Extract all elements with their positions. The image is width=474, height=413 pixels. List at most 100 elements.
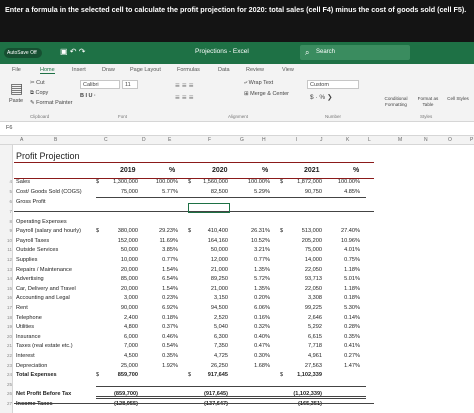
currency-2021[interactable]: $ — [280, 179, 283, 185]
pct-2020[interactable]: 0.77% — [240, 257, 270, 263]
pct-2021[interactable]: 0.28% — [330, 324, 360, 330]
tab-formulas[interactable]: Formulas — [177, 67, 200, 73]
value-2019[interactable]: 859,700 — [106, 372, 138, 378]
value-2021[interactable]: 22,050 — [288, 286, 322, 292]
autosave-toggle[interactable]: AutoSave Off — [4, 48, 42, 58]
value-2021[interactable]: 205,200 — [288, 238, 322, 244]
row-number[interactable]: 22 — [0, 353, 12, 358]
pct-2019[interactable]: 6.92% — [148, 305, 178, 311]
pct-2021[interactable]: 100.00% — [330, 179, 360, 185]
column-header-m[interactable]: M — [398, 137, 402, 143]
pct-2019[interactable]: 0.23% — [148, 295, 178, 301]
tab-file[interactable]: File — [12, 67, 21, 73]
pct-2020[interactable]: 5.29% — [240, 189, 270, 195]
row-label[interactable]: Insurance — [16, 334, 41, 340]
pct-2021[interactable]: 1.47% — [330, 363, 360, 369]
value-2019[interactable]: 4,500 — [106, 353, 138, 359]
row-label[interactable]: Total Expenses — [16, 372, 57, 378]
pct-2021[interactable]: 0.41% — [330, 343, 360, 349]
cut-button[interactable]: ✂ Cut — [30, 80, 45, 86]
value-2021[interactable]: 4,961 — [288, 353, 322, 359]
currency-2021[interactable]: $ — [280, 372, 283, 378]
column-header-k[interactable]: K — [346, 137, 349, 143]
value-2020[interactable]: 21,000 — [196, 286, 228, 292]
value-2021[interactable]: 7,718 — [288, 343, 322, 349]
value-2020[interactable]: 89,250 — [196, 276, 228, 282]
row-label[interactable]: Advertising — [16, 276, 44, 282]
column-header-a[interactable]: A — [20, 137, 23, 143]
value-2019[interactable]: 50,000 — [106, 247, 138, 253]
column-header-c[interactable]: C — [104, 137, 108, 143]
row-label[interactable]: Utilities — [16, 324, 34, 330]
pct-2019[interactable]: 1.54% — [148, 267, 178, 273]
row-number[interactable]: 18 — [0, 315, 12, 320]
pct-2020[interactable]: 10.52% — [240, 238, 270, 244]
value-2021[interactable]: 3,308 — [288, 295, 322, 301]
value-2020[interactable]: 3,150 — [196, 295, 228, 301]
pct-2020[interactable]: 5.72% — [240, 276, 270, 282]
tab-page-layout[interactable]: Page Layout — [130, 67, 161, 73]
pct-2021[interactable]: 1.18% — [330, 267, 360, 273]
value-2019[interactable]: 20,000 — [106, 286, 138, 292]
pct-2019[interactable]: 0.37% — [148, 324, 178, 330]
pct-2020[interactable]: 1.35% — [240, 267, 270, 273]
pct-2020[interactable]: 0.40% — [240, 334, 270, 340]
value-2019[interactable]: 4,800 — [106, 324, 138, 330]
pct-2021[interactable]: 10.96% — [330, 238, 360, 244]
value-2021[interactable]: 2,646 — [288, 315, 322, 321]
pct-2021[interactable]: 0.14% — [330, 315, 360, 321]
value-2019[interactable]: 20,000 — [106, 267, 138, 273]
merge-center-button[interactable]: ⊞ Merge & Center — [244, 91, 289, 97]
font-name-select[interactable]: Calibri — [80, 80, 120, 89]
search-box[interactable]: Search — [300, 45, 410, 60]
align-lower-icon[interactable]: ≡ ≡ ≡ — [175, 93, 193, 102]
row-label[interactable]: Rent — [16, 305, 28, 311]
pct-2019[interactable]: 0.35% — [148, 353, 178, 359]
value-2019[interactable]: 25,000 — [106, 363, 138, 369]
align-icon[interactable]: ≡ ≡ ≡ — [175, 81, 193, 90]
tab-draw[interactable]: Draw — [102, 67, 115, 73]
row-number[interactable]: 11 — [0, 247, 12, 252]
pct-2021[interactable]: 0.18% — [330, 295, 360, 301]
font-size-select[interactable]: 11 — [122, 80, 138, 89]
row-label[interactable]: Payroll (salary and hourly) — [16, 228, 81, 234]
column-header-d[interactable]: D — [142, 137, 146, 143]
paste-icon[interactable]: ▤ — [10, 80, 23, 97]
row-label[interactable]: Taxes (real estate etc.) — [16, 343, 73, 349]
row-number[interactable]: 7 — [0, 209, 12, 214]
pct-2019[interactable]: 0.77% — [148, 257, 178, 263]
tab-review[interactable]: Review — [246, 67, 264, 73]
pct-2019[interactable]: 6.54% — [148, 276, 178, 282]
pct-2021[interactable]: 4.85% — [330, 189, 360, 195]
value-2019[interactable]: 152,000 — [106, 238, 138, 244]
pct-2020[interactable]: 100.00% — [240, 179, 270, 185]
row-number[interactable]: 5 — [0, 189, 12, 194]
value-2020[interactable]: 94,500 — [196, 305, 228, 311]
row-number[interactable]: 6 — [0, 199, 12, 204]
currency-2020[interactable]: $ — [188, 372, 191, 378]
pct-2021[interactable]: 27.40% — [330, 228, 360, 234]
row-label[interactable]: Gross Profit — [16, 199, 46, 205]
cell-styles-button[interactable]: Cell Styles — [444, 96, 472, 102]
row-label[interactable]: Cost/ Goods Sold (COGS) — [16, 189, 82, 195]
row-label[interactable]: Depreciation — [16, 363, 47, 369]
row-number[interactable]: 15 — [0, 286, 12, 291]
value-2019[interactable]: 1,300,000 — [106, 179, 138, 185]
row-number[interactable]: 21 — [0, 343, 12, 348]
row-number[interactable]: 13 — [0, 267, 12, 272]
value-2020[interactable]: 82,500 — [196, 189, 228, 195]
value-2020[interactable]: 164,160 — [196, 238, 228, 244]
format-as-table-button[interactable]: Format as Table — [414, 96, 442, 107]
row-number[interactable]: 25 — [0, 382, 12, 387]
row-number[interactable]: 27 — [0, 401, 12, 406]
tab-data[interactable]: Data — [218, 67, 230, 73]
wrap-text-button[interactable]: ⤶ Wrap Text — [244, 80, 273, 87]
value-2021[interactable]: 27,563 — [288, 363, 322, 369]
row-label[interactable]: Repairs / Maintenance — [16, 267, 72, 273]
column-header-g[interactable]: G — [240, 137, 244, 143]
value-2020[interactable]: 26,250 — [196, 363, 228, 369]
value-2019[interactable]: 75,000 — [106, 189, 138, 195]
pct-2019[interactable]: 11.69% — [148, 238, 178, 244]
pct-2019[interactable]: 29.23% — [148, 228, 178, 234]
row-number[interactable]: 10 — [0, 238, 12, 243]
